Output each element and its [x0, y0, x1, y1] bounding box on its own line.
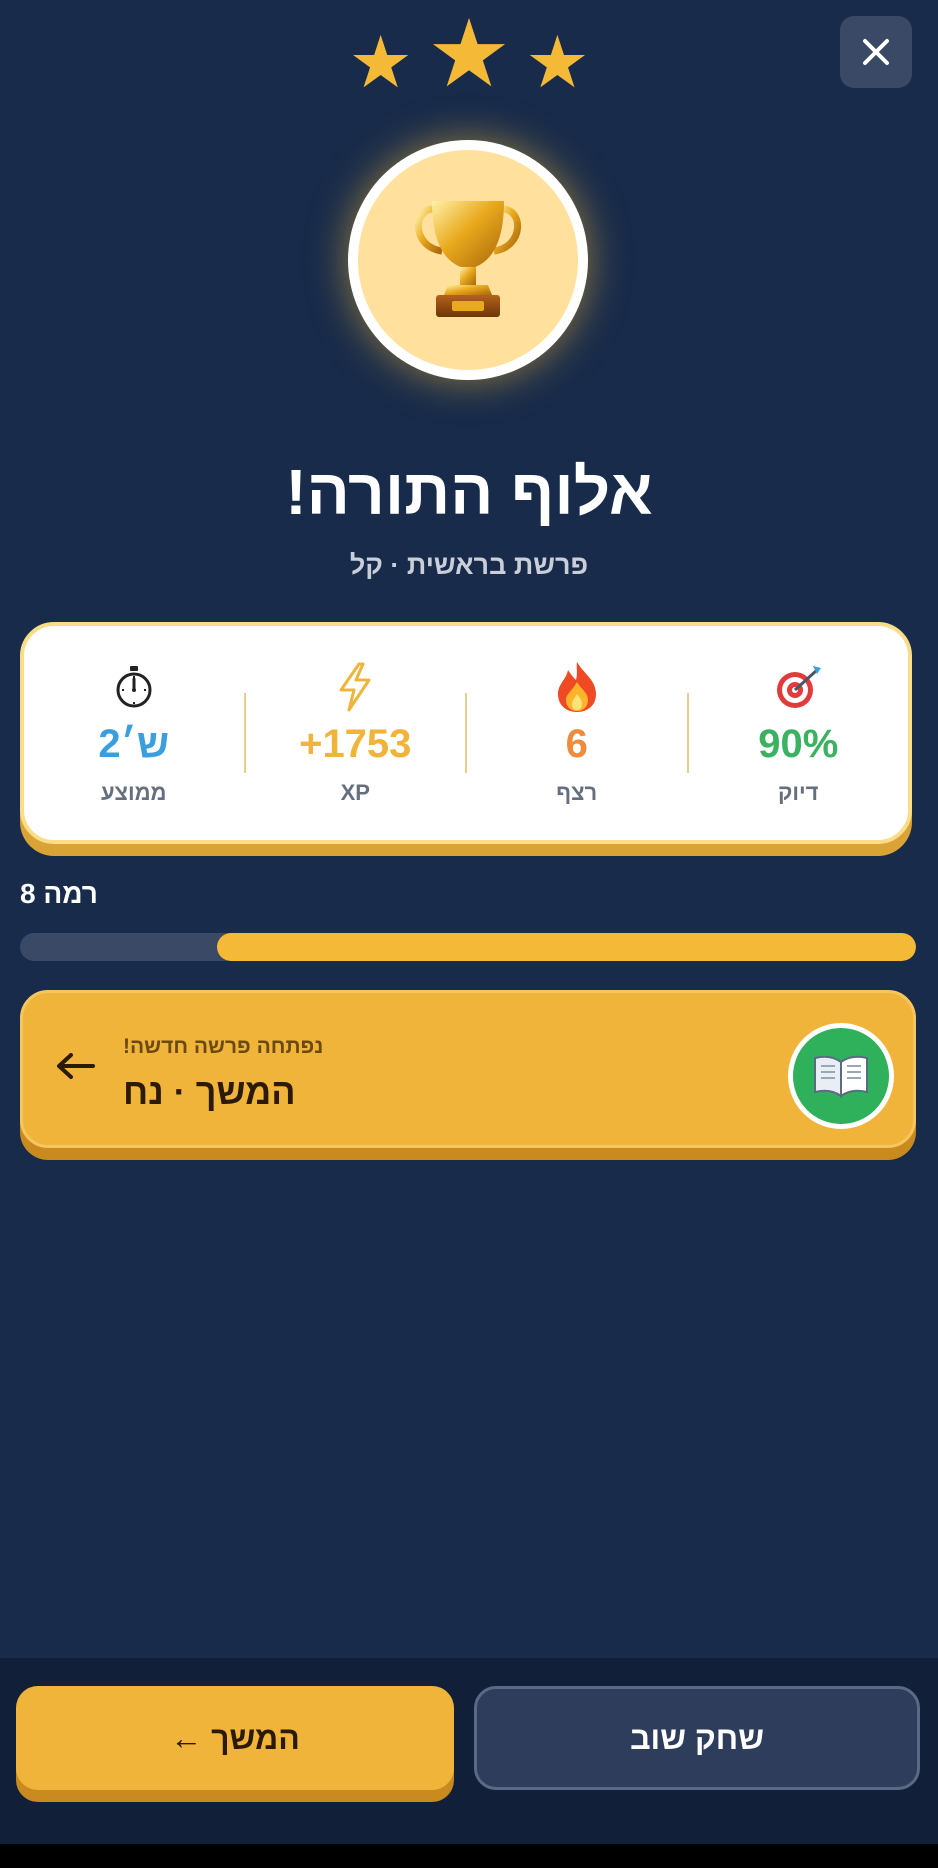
level-label: רמה 8 [20, 878, 98, 909]
system-nav-strip [0, 1844, 938, 1868]
stat-xp: +1753 XP [246, 658, 466, 808]
fire-icon [554, 658, 600, 716]
star-icon: ★ [348, 20, 413, 104]
stars-rating: ★ ★ ★ [0, 8, 938, 104]
target-icon [773, 658, 823, 716]
stat-value: 2ש׳ [98, 722, 170, 766]
level-progress-fill [217, 933, 916, 961]
replay-button[interactable]: שחק שוב [474, 1686, 920, 1790]
next-parasha-title: המשך · נח [123, 1071, 296, 1112]
open-book-icon [788, 1023, 894, 1129]
next-parasha-subtitle: נפתחה פרשה חדשה! [123, 1035, 324, 1058]
close-button[interactable] [840, 16, 912, 88]
trophy-icon [415, 201, 521, 317]
star-icon: ★ [426, 0, 512, 109]
stat-value: 6 [565, 722, 588, 766]
trophy-badge [348, 140, 588, 380]
next-parasha-card[interactable]: נפתחה פרשה חדשה! המשך · נח [20, 990, 916, 1148]
stat-value: +1753 [299, 722, 412, 766]
stats-card: 90% דיוק 6 רצף +1753 XP 2ש׳ ממוצע [20, 622, 912, 844]
stat-value: 90% [758, 722, 839, 766]
stat-label: רצף [556, 780, 598, 805]
arrow-left-icon [57, 1053, 95, 1079]
stopwatch-icon [114, 658, 154, 716]
close-icon [863, 39, 889, 65]
stat-label: ממוצע [100, 780, 167, 805]
stat-label: XP [340, 780, 370, 805]
star-icon: ★ [525, 20, 590, 104]
result-subtitle: פרשת בראשית · קל [349, 550, 589, 580]
stat-streak: 6 רצף [467, 658, 687, 808]
stat-accuracy: 90% דיוק [689, 658, 909, 808]
result-title: אלוף התורה! [285, 456, 653, 528]
level-progress-bar [20, 933, 916, 961]
stat-average: 2ש׳ ממוצע [24, 658, 244, 808]
stat-label: דיוק [778, 780, 819, 805]
lightning-icon [337, 658, 373, 716]
continue-button[interactable]: המשך ← [16, 1686, 454, 1790]
